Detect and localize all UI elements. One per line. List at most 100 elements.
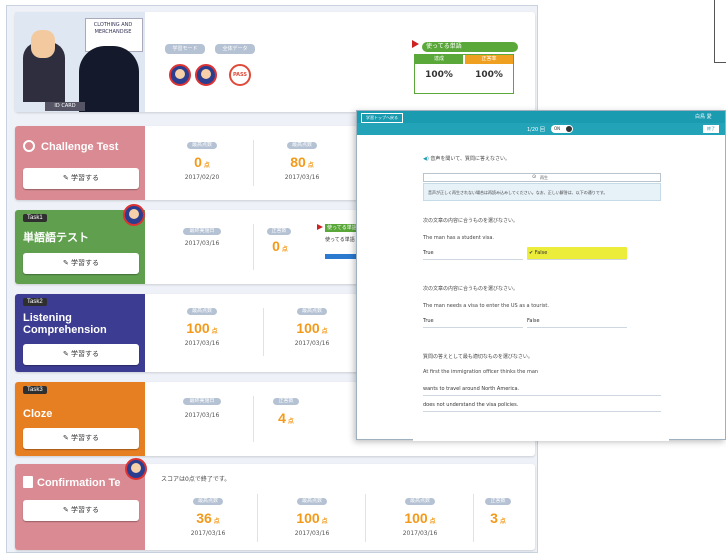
score-label: 最高点数 (287, 142, 317, 149)
learn-button[interactable]: ✎ 学習する (23, 428, 139, 449)
card-title: Cloze (23, 408, 53, 420)
confirmation-test-card: Confirmation Te ✎ 学習する スコアは0点で終了です。 最高点数… (15, 458, 535, 550)
flag-icon (412, 40, 419, 48)
character-badge-icon (123, 204, 145, 226)
name-strip: ID CARD (45, 102, 85, 111)
data-pill[interactable]: 全体データ (215, 44, 255, 54)
learn-button[interactable]: ✎ 学習する (23, 344, 139, 365)
score-label: 最高点数 (297, 308, 327, 315)
learn-button[interactable]: ✎ 学習する (23, 168, 139, 189)
q3-choice-1[interactable]: wants to travel around North America. (423, 383, 661, 396)
score-label: 最終実施日 (183, 228, 221, 235)
question-2-prompt: 次の文章の内容に合うものを選びなさい。 (423, 286, 519, 292)
confirmation-test-tile: Confirmation Te ✎ 学習する (15, 464, 145, 550)
question-3-prompt: 質問の答えとして最も適切なものを選びなさい。 (423, 354, 533, 360)
mode-pill[interactable]: 学習モード (165, 44, 205, 54)
pass-label: PASS (232, 72, 248, 78)
question-3-sentence: At first the immigration officer thinks … (423, 369, 539, 375)
progress-col1-value: 100% (425, 70, 453, 80)
score-date: 2017/03/16 (184, 240, 220, 247)
q2-option-false[interactable]: False (527, 315, 627, 328)
silhouette-figure (79, 46, 139, 112)
score-label: 最終実施日 (183, 398, 221, 405)
score-date: 2017/03/16 (294, 530, 330, 537)
score-label: 正答数 (273, 398, 299, 405)
learn-button[interactable]: ✎ 学習する (23, 500, 139, 521)
learn-button[interactable]: ✎ 学習する (23, 253, 139, 274)
back-to-top-button[interactable]: 学習トップへ戻る (361, 113, 403, 123)
progress-col2-value: 100% (475, 70, 503, 80)
exercise-content: ◀) 音声を聞いて、質問に答えなさい。 ⊙ 再生 音声が正しく再生されない場合は… (413, 135, 669, 441)
background-window-edge (714, 0, 726, 63)
progress-col1-header: 達成 (415, 55, 463, 64)
character-badge-icon (169, 64, 191, 86)
score-date: 2017/03/16 (190, 530, 226, 537)
score-label: 最高点数 (187, 308, 217, 315)
q3-choice-2[interactable]: does not understand the visa policies. (423, 399, 661, 412)
score-date: 2017/03/16 (284, 174, 320, 181)
toggle-label: ON (554, 126, 561, 131)
score-label: 正答数 (485, 498, 511, 505)
q1-option-true[interactable]: True (423, 247, 523, 260)
score-value: 100 点 (296, 510, 328, 526)
task-tag: Task3 (23, 386, 47, 394)
play-icon: ⊙ (532, 174, 537, 180)
score-value: 36 点 (196, 510, 220, 526)
character-badge-icon (195, 64, 217, 86)
card-title: 単語語テスト (23, 232, 89, 244)
score-label: 最高点数 (405, 498, 435, 505)
finish-button[interactable]: 終了 (703, 125, 719, 133)
score-date: 2017/03/16 (402, 530, 438, 537)
profile-card: CLOTHING AND MERCHANDISE ID CARD 学習モード 全… (15, 12, 535, 112)
character-illustration: CLOTHING AND MERCHANDISE ID CARD (15, 12, 145, 112)
score-date: 2017/03/16 (294, 340, 330, 347)
progress-col2-header: 正答率 (465, 55, 513, 64)
score-date: 2017/02/20 (184, 174, 220, 181)
q2-option-true[interactable]: True (423, 315, 523, 328)
speech-bubble: CLOTHING AND MERCHANDISE (93, 22, 133, 35)
score-value: 100 点 (186, 320, 218, 336)
score-label: 最高点数 (193, 498, 223, 505)
score-value: 0点 (272, 238, 288, 254)
card-title: Challenge Test (41, 141, 119, 153)
card-title: Confirmation Te (37, 477, 121, 489)
checklist-icon (23, 476, 33, 488)
listening-tile: Task2 Listening Comprehension ✎ 学習する (15, 294, 145, 372)
progress-summary: 使ってる単語 達成 正答率 100% 100% (412, 40, 518, 94)
character-badge-icon (125, 458, 147, 480)
progress-label: 使ってる単語 (422, 42, 518, 52)
score-value: 100 点 (404, 510, 436, 526)
q1-option-false-selected[interactable]: ✔ False (527, 247, 627, 260)
card-title: Listening Comprehension (23, 312, 107, 336)
user-name: 白鳥 愛 (695, 114, 712, 120)
instruction-text: ◀) 音声を聞いて、質問に答えなさい。 (423, 156, 510, 162)
audio-toggle[interactable]: ON (551, 125, 573, 133)
target-icon (23, 140, 35, 152)
score-label: 正答数 (267, 228, 291, 235)
score-date: 2017/03/16 (184, 340, 220, 347)
notice-text: 音声が正しく再生されない場合は再読み込みしてください。なお、正しい解答は、以下の… (428, 190, 608, 195)
exercise-topbar (357, 111, 725, 123)
play-label: 再生 (540, 175, 548, 180)
task-tag: Task1 (23, 214, 47, 222)
score-date: 2017/03/16 (184, 412, 220, 419)
score-value: 0点 (194, 154, 210, 170)
check-icon: ✔ (529, 250, 534, 256)
challenge-test-tile: Challenge Test ✎ 学習する (15, 126, 145, 200)
notice-box: 音声が正しく再生されない場合は再読み込みしてください。なお、正しい解答は、以下の… (423, 183, 661, 201)
task-tag: Task2 (23, 298, 47, 306)
score-value: 3点 (490, 510, 506, 526)
play-audio-button[interactable]: ⊙ 再生 (423, 173, 661, 182)
cloze-tile: Task3 Cloze ✎ 学習する (15, 382, 145, 456)
flag-icon (317, 224, 323, 230)
score-value: 4点 (278, 410, 294, 426)
score-label: 最高点数 (297, 498, 327, 505)
question-2-sentence: The man needs a visa to enter the US as … (423, 303, 549, 309)
speaker-icon: ◀) (423, 156, 429, 162)
question-1-sentence: The man has a student visa. (423, 235, 494, 241)
toggle-knob-icon (566, 126, 572, 132)
exercise-window: 学習トップへ戻る 白鳥 愛 1/20 回 ON 終了 ◀) 音声を聞いて、質問に… (356, 110, 726, 441)
pass-stamp-icon: PASS (229, 64, 251, 86)
score-label: 最高点数 (187, 142, 217, 149)
result-note: スコアは0点で終了です。 (161, 476, 231, 483)
